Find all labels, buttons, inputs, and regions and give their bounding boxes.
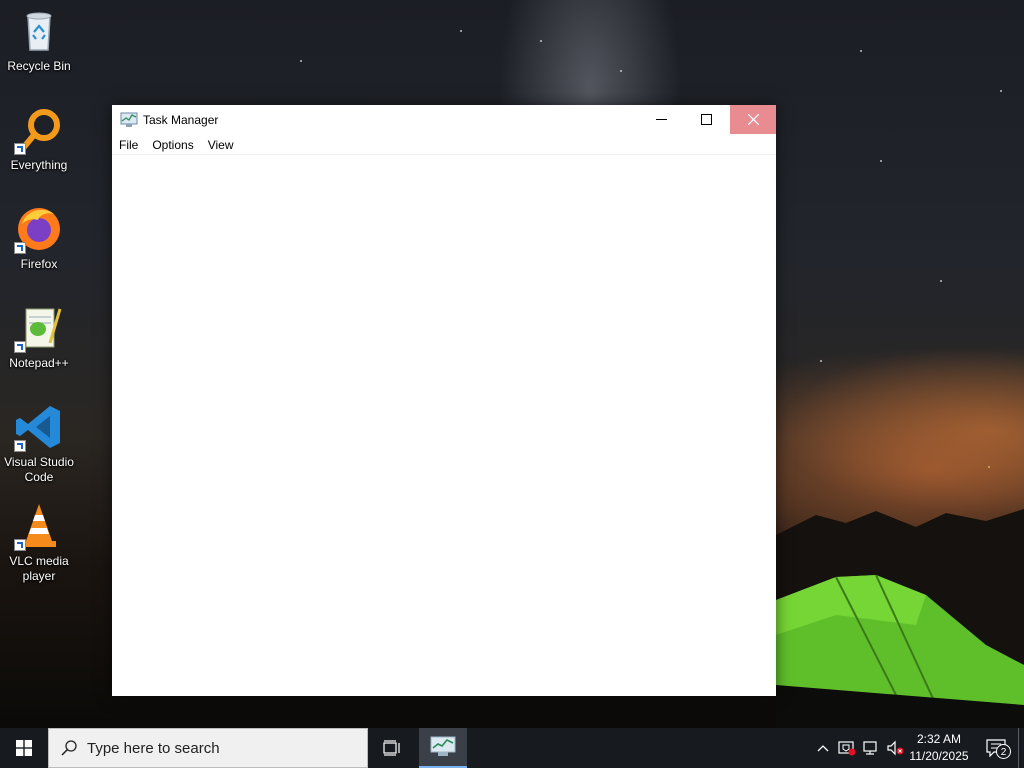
maximize-icon xyxy=(701,114,712,125)
action-center-button[interactable]: 2 xyxy=(976,728,1016,768)
clock-time: 2:32 AM xyxy=(916,732,962,746)
search-placeholder: Type here to search xyxy=(87,739,220,757)
desktop-icon-everything[interactable]: Everything xyxy=(2,105,76,173)
recycle-bin-icon xyxy=(14,6,64,56)
taskbar-app-task-manager[interactable] xyxy=(419,728,467,768)
star xyxy=(620,70,622,72)
firefox-icon xyxy=(14,204,64,254)
windows-logo-icon xyxy=(16,740,32,756)
shortcut-arrow-icon xyxy=(14,242,26,254)
taskbar-search-box[interactable]: Type here to search xyxy=(48,728,368,768)
star xyxy=(300,60,302,62)
desktop-icon-label: Everything xyxy=(10,158,68,172)
desktop-icon-label: VLC media player xyxy=(9,554,69,583)
desktop-icon-recycle-bin[interactable]: Recycle Bin xyxy=(2,6,76,74)
shortcut-arrow-icon xyxy=(14,539,26,551)
window-titlebar[interactable]: Task Manager xyxy=(112,105,776,135)
shortcut-arrow-icon xyxy=(14,440,26,452)
task-view-icon xyxy=(383,740,400,756)
mountain-tent-scenery xyxy=(776,509,1024,728)
star xyxy=(860,50,862,52)
notification-count-badge: 2 xyxy=(996,744,1011,759)
star xyxy=(540,40,542,42)
clock-date: 11/20/2025 xyxy=(909,749,969,763)
star xyxy=(1000,90,1002,92)
desktop-icon-vlc[interactable]: VLC media player xyxy=(2,501,76,584)
star xyxy=(820,360,822,362)
desktop-icon-notepad-plus-plus[interactable]: Notepad++ xyxy=(2,303,76,371)
shortcut-arrow-icon xyxy=(14,341,26,353)
desktop-icon-label: Recycle Bin xyxy=(7,59,71,73)
taskbar: Type here to search 2:32 AM 11/20/2025 2 xyxy=(0,728,1024,768)
minimize-button[interactable] xyxy=(639,105,684,134)
close-button[interactable] xyxy=(730,105,776,134)
star xyxy=(940,280,942,282)
close-icon xyxy=(747,114,759,125)
window-title: Task Manager xyxy=(143,113,219,127)
notepad-plus-plus-icon xyxy=(14,303,64,353)
star xyxy=(988,466,990,468)
task-view-button[interactable] xyxy=(370,728,414,768)
menu-view[interactable]: View xyxy=(201,138,241,152)
vlc-icon xyxy=(14,501,64,551)
desktop-icon-label: Notepad++ xyxy=(9,356,69,370)
security-warning-icon xyxy=(838,741,856,756)
chevron-up-icon xyxy=(817,745,829,752)
menu-file[interactable]: File xyxy=(112,138,145,152)
show-hidden-icons-button[interactable] xyxy=(814,728,832,768)
tray-network-button[interactable] xyxy=(860,728,882,768)
start-button[interactable] xyxy=(0,728,48,768)
star xyxy=(460,30,462,32)
desktop-icon-vscode[interactable]: Visual Studio Code xyxy=(2,402,76,485)
task-manager-window[interactable]: Task Manager File Options View xyxy=(112,105,776,696)
menu-options[interactable]: Options xyxy=(145,138,200,152)
tray-volume-button[interactable] xyxy=(884,728,906,768)
search-icon xyxy=(61,740,77,756)
minimize-icon xyxy=(656,119,667,120)
tray-security-icon-button[interactable] xyxy=(836,728,858,768)
everything-search-icon xyxy=(14,105,64,155)
taskbar-clock[interactable]: 2:32 AM 11/20/2025 xyxy=(904,728,974,768)
vscode-icon xyxy=(14,402,64,452)
task-manager-icon xyxy=(120,112,138,127)
star xyxy=(880,160,882,162)
show-desktop-button[interactable] xyxy=(1018,728,1024,768)
network-icon xyxy=(863,741,877,755)
window-content-area xyxy=(112,155,776,695)
task-manager-icon xyxy=(430,736,456,756)
desktop-icon-firefox[interactable]: Firefox xyxy=(2,204,76,272)
desktop-icon-label: Firefox xyxy=(20,257,58,271)
volume-muted-icon xyxy=(887,740,904,756)
menu-bar: File Options View xyxy=(112,135,776,155)
maximize-button[interactable] xyxy=(684,105,729,134)
desktop-icon-label: Visual Studio Code xyxy=(4,455,74,484)
shortcut-arrow-icon xyxy=(14,143,26,155)
